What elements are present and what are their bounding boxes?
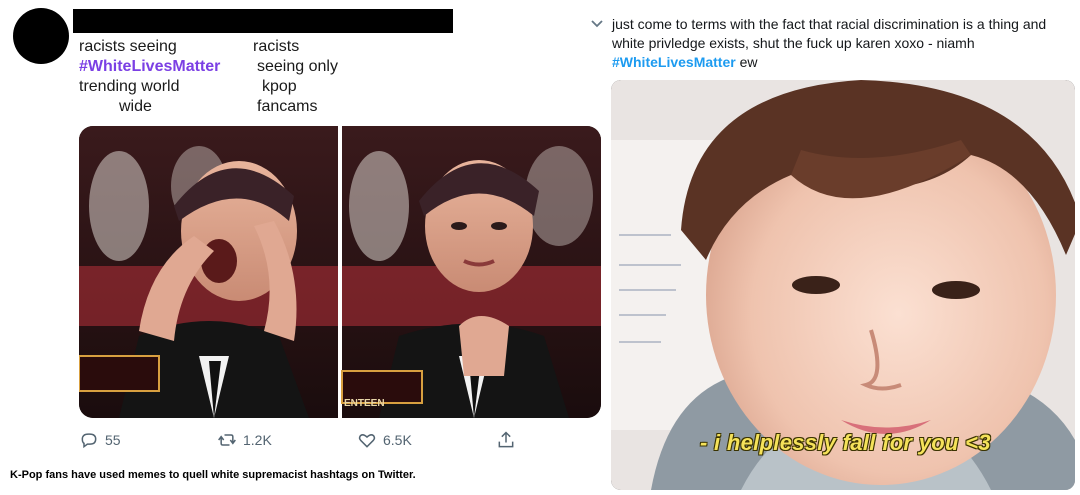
share-icon bbox=[498, 431, 514, 448]
meme-photo-art bbox=[79, 126, 601, 418]
retweet-icon bbox=[218, 434, 236, 446]
meme-left-line: trending world bbox=[79, 78, 180, 95]
reply-suffix: ew bbox=[735, 54, 758, 70]
reply-photo[interactable] bbox=[611, 80, 1075, 490]
left-tweet: racists seeing #WhiteLivesMatter trendin… bbox=[0, 0, 601, 495]
meme-right-line: kpop bbox=[262, 78, 297, 95]
chevron-down-icon[interactable] bbox=[590, 17, 604, 31]
like-icon bbox=[358, 434, 376, 448]
meme-photo[interactable]: ENTEEN bbox=[79, 126, 601, 418]
like-count: 6.5K bbox=[383, 432, 412, 448]
avatar[interactable] bbox=[13, 8, 69, 64]
reply-body: just come to terms with the fact that ra… bbox=[612, 16, 1047, 51]
meme-right-line: seeing only bbox=[257, 58, 338, 75]
meme-right-line: fancams bbox=[257, 98, 318, 115]
reply-hashtag[interactable]: #WhiteLivesMatter bbox=[612, 54, 736, 70]
share-action[interactable] bbox=[496, 430, 516, 450]
meme-right-text: racists seeing only kpop fancams bbox=[253, 37, 373, 117]
reply-tweet-text: just come to terms with the fact that ra… bbox=[612, 15, 1072, 72]
video-subtitle: - i helplessly fall for you <3 bbox=[700, 430, 991, 455]
retweet-action[interactable]: 1.2K bbox=[217, 430, 272, 450]
photo-badge-text: ENTEEN bbox=[344, 398, 385, 409]
reply-icon bbox=[81, 433, 97, 449]
caption: K-Pop fans have used memes to quell whit… bbox=[10, 469, 416, 481]
meme-hashtag[interactable]: #WhiteLivesMatter bbox=[79, 57, 249, 77]
like-action[interactable]: 6.5K bbox=[357, 430, 412, 450]
reply-photo-art bbox=[611, 80, 1075, 490]
meme-left-line: racists seeing bbox=[79, 38, 177, 55]
meme-right-line: racists bbox=[253, 38, 300, 55]
reply-count: 55 bbox=[105, 432, 121, 448]
retweet-count: 1.2K bbox=[243, 432, 272, 448]
reply-action[interactable]: 55 bbox=[79, 430, 121, 450]
meme-left-text: racists seeing #WhiteLivesMatter trendin… bbox=[79, 37, 249, 117]
meme-left-line: wide bbox=[119, 98, 152, 115]
redacted-username-bar bbox=[73, 9, 453, 33]
